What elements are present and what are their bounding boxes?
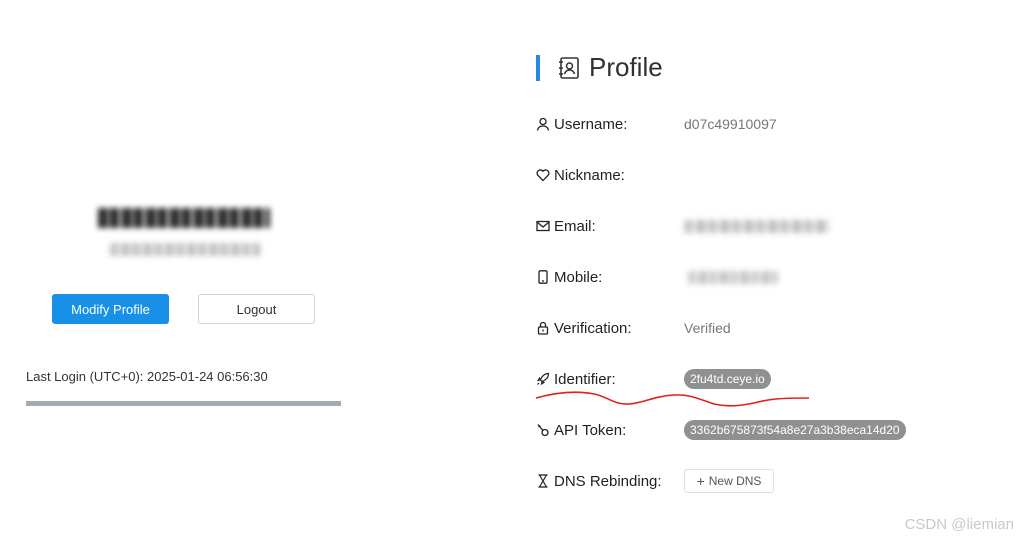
blurred-email-sub (110, 243, 260, 256)
user-icon (536, 117, 550, 131)
plus-icon: + (696, 473, 705, 489)
field-email: Email: (536, 216, 956, 238)
watermark: CSDN @liemian (904, 516, 1014, 533)
field-label: Nickname: (554, 167, 625, 184)
api-token-badge: 3362b675873f54a8e27a3b38eca14d20 (684, 420, 906, 440)
logout-button[interactable]: Logout (198, 294, 315, 324)
blurred-mobile-value (688, 271, 778, 284)
blurred-username (98, 208, 270, 228)
lock-icon (537, 321, 549, 335)
hourglass-icon (538, 474, 548, 488)
field-nickname: Nickname: (536, 165, 956, 187)
title-accent-bar (536, 55, 540, 81)
field-label: Mobile: (554, 269, 603, 286)
identifier-badge: 2fu4td.ceye.io (684, 369, 771, 389)
blurred-email-value (684, 220, 829, 233)
modify-profile-button[interactable]: Modify Profile (52, 294, 169, 324)
new-dns-label: New DNS (708, 474, 762, 488)
last-login-text: Last Login (UTC+0): 2025-01-24 06:56:30 (26, 369, 268, 384)
contact-book-icon (559, 57, 579, 79)
page-title: Profile (589, 52, 663, 82)
field-value: d07c49910097 (684, 116, 777, 132)
mail-icon (536, 220, 550, 232)
field-username: Username: d07c49910097 (536, 114, 956, 136)
field-value: Verified (684, 320, 731, 336)
field-verification: Verification: Verified (536, 318, 956, 340)
token-icon (537, 424, 549, 437)
field-api-token: API Token: 3362b675873f54a8e27a3b38eca14… (536, 420, 956, 442)
red-underline-annotation (535, 391, 810, 407)
field-label: Identifier: (554, 371, 616, 388)
rocket-icon (536, 372, 550, 386)
mobile-icon (538, 270, 548, 284)
field-mobile: Mobile: (536, 267, 956, 289)
new-dns-button[interactable]: + New DNS (684, 469, 774, 493)
divider-bar (26, 401, 341, 406)
field-label: DNS Rebinding: (554, 473, 662, 490)
field-label: API Token: (554, 422, 627, 439)
field-dns-rebinding: DNS Rebinding: + New DNS (536, 469, 956, 493)
heart-icon (536, 169, 550, 182)
field-label: Email: (554, 218, 596, 235)
field-label: Verification: (554, 320, 632, 337)
field-label: Username: (554, 116, 628, 133)
